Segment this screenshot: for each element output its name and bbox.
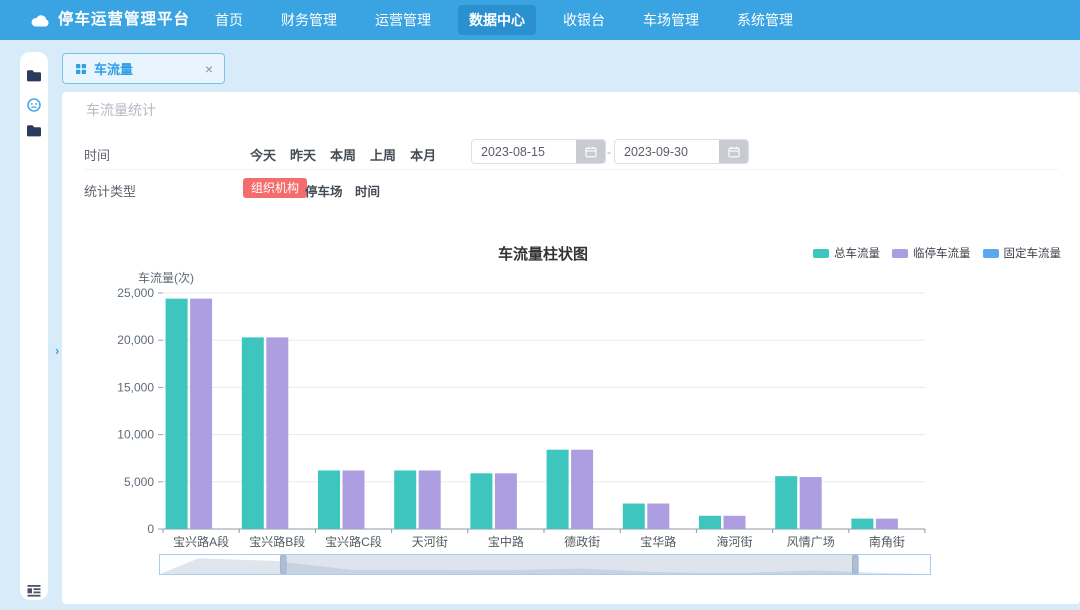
bar[interactable]	[724, 516, 746, 529]
bar[interactable]	[547, 450, 569, 529]
y-axis-label: 车流量(次)	[138, 270, 194, 285]
date-range-separator: -	[607, 145, 611, 159]
folder-icon[interactable]	[26, 124, 42, 138]
bar[interactable]	[571, 450, 593, 529]
legend-item-fixed[interactable]: 固定车流量	[983, 245, 1062, 261]
bar[interactable]	[876, 519, 898, 529]
cloud-logo-icon	[29, 13, 51, 28]
bar[interactable]	[343, 470, 365, 529]
chart-legend: 总车流量 临停车流量 固定车流量	[813, 245, 1061, 261]
nav-item-finance[interactable]: 财务管理	[270, 5, 348, 35]
page-title: 车流量统计	[86, 100, 156, 120]
stat-type-filter-label: 统计类型	[84, 181, 136, 200]
quick-option-today[interactable]: 今天	[250, 145, 276, 164]
x-category-label: 海河街	[716, 534, 752, 549]
legend-item-total[interactable]: 总车流量	[813, 245, 880, 261]
date-start-calendar-button[interactable]	[576, 140, 605, 163]
quick-option-yesterday[interactable]: 昨天	[290, 145, 316, 164]
date-end-input[interactable]	[615, 140, 724, 163]
x-category-label: 天河街	[412, 535, 448, 549]
bar[interactable]	[419, 470, 441, 529]
stat-option-time[interactable]: 时间	[355, 181, 380, 200]
grid-icon	[76, 64, 86, 74]
date-end-calendar-button[interactable]	[719, 140, 748, 163]
bar[interactable]	[800, 477, 822, 529]
x-category-label: 宝中路	[488, 534, 524, 549]
tab-traffic-flow[interactable]: 车流量 ×	[62, 53, 225, 84]
nav-item-parking-mgmt[interactable]: 车场管理	[632, 5, 710, 35]
date-start-field	[471, 139, 606, 164]
x-category-label: 宝兴路C段	[325, 534, 382, 549]
folder-open-icon[interactable]	[26, 69, 42, 83]
quick-option-this-month[interactable]: 本月	[410, 145, 436, 164]
datazoom-handle-left[interactable]	[280, 555, 286, 574]
bar[interactable]	[495, 473, 517, 529]
bar[interactable]	[242, 337, 264, 529]
bar[interactable]	[470, 473, 492, 529]
y-tick-label: 0	[147, 522, 154, 536]
quick-option-this-week[interactable]: 本周	[330, 145, 356, 164]
bar[interactable]	[190, 299, 212, 529]
sidebar-rail	[20, 52, 48, 600]
y-tick-label: 15,000	[117, 380, 154, 394]
bar[interactable]	[699, 516, 721, 529]
quick-option-last-week[interactable]: 上周	[370, 145, 396, 164]
stat-option-parking-lot[interactable]: 停车场	[305, 181, 343, 200]
bar[interactable]	[166, 299, 188, 529]
top-nav: 停车运营管理平台 首页 财务管理 运营管理 数据中心 收银台 车场管理 系统管理	[0, 0, 1080, 40]
nav-menu: 首页 财务管理 运营管理 数据中心 收银台 车场管理 系统管理	[204, 0, 804, 40]
date-start-input[interactable]	[472, 140, 581, 163]
panel-expand-chevron-icon[interactable]: ›	[55, 343, 59, 358]
calendar-icon	[728, 146, 740, 158]
legend-swatch-temporary	[892, 249, 908, 258]
y-tick-label: 5,000	[124, 475, 154, 489]
nav-item-cashier[interactable]: 收银台	[552, 5, 616, 35]
nav-item-data-center[interactable]: 数据中心	[458, 5, 536, 35]
tab-close-icon[interactable]: ×	[205, 61, 213, 77]
app-window: 停车运营管理平台 首页 财务管理 运营管理 数据中心 收银台 车场管理 系统管理	[0, 0, 1080, 610]
x-category-label: 宝兴路B段	[249, 534, 305, 549]
x-category-label: 宝兴路A段	[173, 534, 229, 549]
quick-date-options: 今天 昨天 本周 上周 本月	[250, 145, 436, 164]
y-tick-label: 10,000	[117, 428, 154, 442]
face-icon[interactable]	[26, 97, 42, 113]
x-category-label: 德政街	[564, 534, 600, 549]
date-end-field	[614, 139, 749, 164]
nav-item-system-mgmt[interactable]: 系统管理	[726, 5, 804, 35]
bar[interactable]	[318, 470, 340, 529]
x-category-label: 南角街	[869, 534, 905, 549]
stat-option-organization[interactable]: 组织机构	[243, 178, 307, 198]
bar[interactable]	[851, 519, 873, 529]
bar[interactable]	[394, 470, 416, 529]
indent-list-icon[interactable]	[26, 583, 42, 598]
bar-chart: 0 5,000 10,000 15,000 20,000 25,000车流量(次) 宝兴路A…	[62, 265, 1080, 565]
bar[interactable]	[623, 504, 645, 529]
bar[interactable]	[647, 504, 669, 529]
time-filter-label: 时间	[84, 145, 110, 164]
datazoom-slider[interactable]	[159, 554, 931, 575]
x-category-label: 宝华路	[640, 534, 676, 549]
legend-swatch-total	[813, 249, 829, 258]
datazoom-handle-right[interactable]	[852, 555, 858, 574]
tab-label: 车流量	[94, 59, 133, 78]
calendar-icon	[585, 146, 597, 158]
y-tick-label: 25,000	[117, 286, 154, 300]
legend-item-temporary[interactable]: 临停车流量	[892, 245, 971, 261]
nav-item-operations[interactable]: 运营管理	[364, 5, 442, 35]
datazoom-window[interactable]	[283, 555, 855, 574]
nav-item-home[interactable]: 首页	[204, 5, 254, 35]
filter-divider	[84, 169, 1058, 170]
legend-swatch-fixed	[983, 249, 999, 258]
bar[interactable]	[266, 337, 288, 529]
chart-title: 车流量柱状图	[453, 243, 633, 264]
y-tick-label: 20,000	[117, 333, 154, 347]
app-title: 停车运营管理平台	[58, 0, 190, 40]
x-category-label: 风情广场	[787, 535, 835, 549]
bar[interactable]	[775, 476, 797, 529]
